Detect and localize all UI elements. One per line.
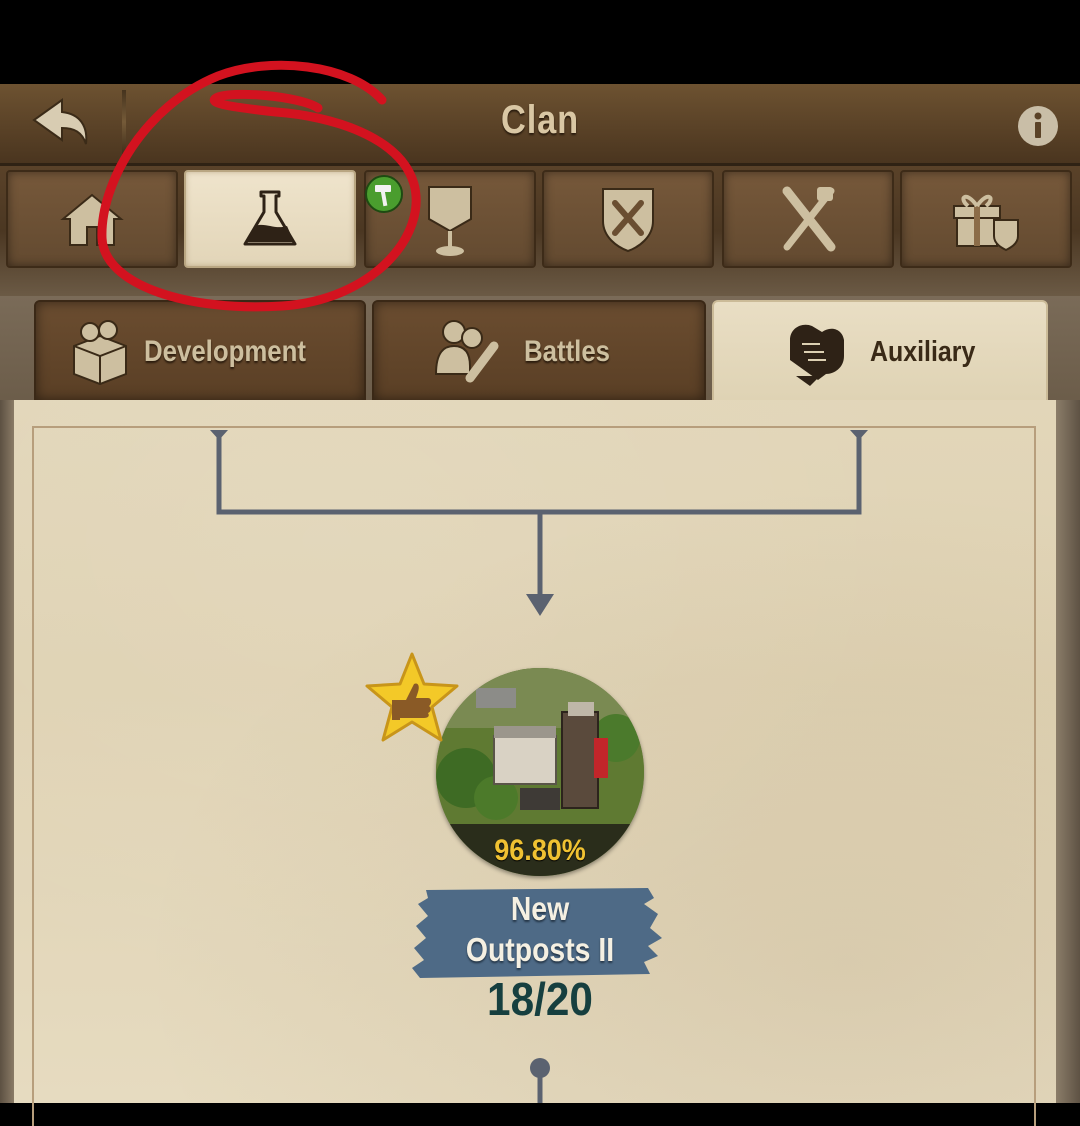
- subtab-development[interactable]: Development: [34, 300, 366, 402]
- banner-trophy-icon: [428, 186, 472, 256]
- battle-shield-icon: [602, 188, 654, 253]
- flask-icon: [243, 190, 297, 246]
- info-button[interactable]: [1016, 104, 1060, 148]
- gift-icon: [953, 194, 1019, 252]
- research-name: New Outposts II: [430, 888, 650, 970]
- panel-left-edge: [0, 400, 14, 1103]
- tab-weapons[interactable]: [722, 170, 894, 268]
- subtab-development-label: Development: [144, 335, 307, 368]
- research-progress: 96.80%: [494, 834, 586, 867]
- home-icon: [60, 193, 124, 246]
- main-tab-row: [0, 166, 1080, 296]
- hammer-icon: [365, 175, 403, 213]
- tab-research[interactable]: [184, 170, 356, 268]
- handshake-icon: [790, 324, 844, 386]
- tab-home[interactable]: [6, 170, 178, 268]
- subtab-battles-label: Battles: [524, 335, 611, 368]
- recommended-star-icon: [365, 652, 459, 742]
- tab-clan-battles[interactable]: [542, 170, 714, 268]
- supplies-crate-icon: [73, 320, 127, 386]
- panel-right-edge: [1056, 400, 1080, 1103]
- research-name-line2: Outposts II: [465, 931, 615, 968]
- page-title: Clan: [501, 98, 579, 142]
- fighters-icon: [434, 320, 499, 383]
- research-node-image: 96.80%: [436, 668, 644, 876]
- status-bar-area: [0, 0, 1080, 84]
- subtab-auxiliary-label: Auxiliary: [870, 336, 976, 368]
- crossed-weapons-icon: [782, 186, 836, 252]
- subtab-auxiliary[interactable]: Auxiliary: [712, 300, 1048, 410]
- tab-gifts[interactable]: [900, 170, 1072, 268]
- research-name-line1: New: [510, 890, 570, 927]
- subtab-battles[interactable]: Battles: [372, 300, 706, 402]
- research-node-new-outposts[interactable]: 96.80%: [436, 668, 644, 876]
- info-icon: [1018, 106, 1058, 146]
- research-level: 18/20: [487, 973, 593, 1025]
- header-bar: Clan: [0, 84, 1080, 166]
